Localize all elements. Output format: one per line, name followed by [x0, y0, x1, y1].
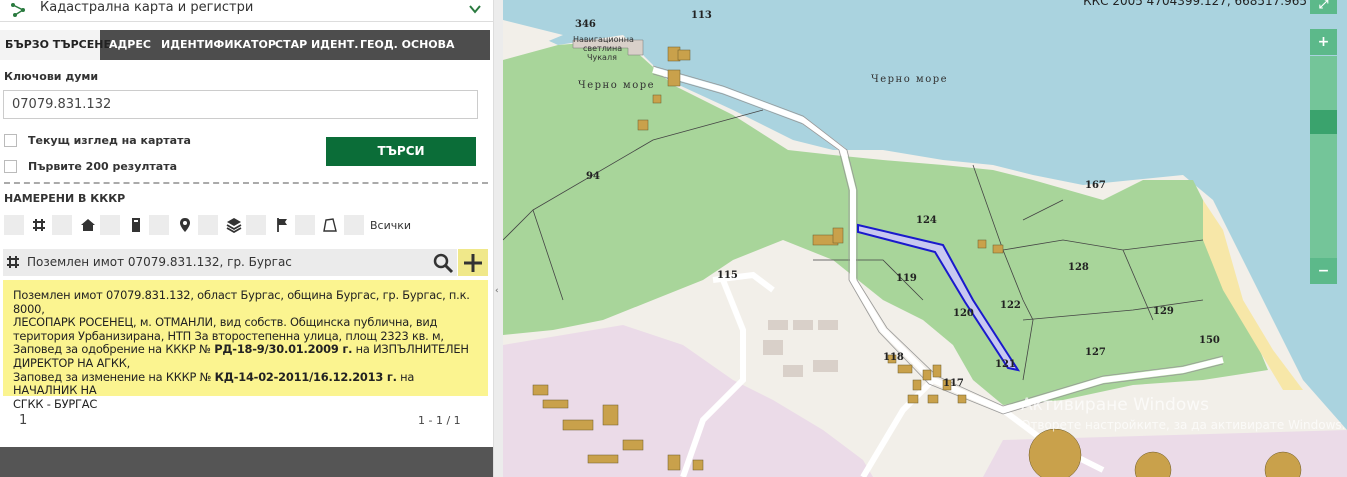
filter-box-2[interactable]	[52, 215, 72, 235]
filter-box-4[interactable]	[149, 215, 169, 235]
sea-label-2: Черно море	[578, 80, 655, 91]
parcel-label-346: 346	[575, 19, 596, 30]
search-button[interactable]: ТЪРСИ	[326, 137, 476, 166]
panel-collapse-handle[interactable]: ‹	[493, 0, 503, 477]
chevron-left-icon: ‹	[495, 286, 499, 296]
add-result-button[interactable]	[458, 249, 488, 276]
layers-icon[interactable]	[226, 217, 242, 233]
map-view[interactable]: Черно море Черно море Навигационна светл…	[503, 0, 1347, 477]
filter-box-7[interactable]	[295, 215, 315, 235]
detail-approval-2: ДИРЕКТОР НА АГКК,	[13, 355, 131, 370]
keywords-label: Ключови думи	[4, 70, 99, 83]
coordinate-readout: ККС 2005 4704399.127, 668517.965	[1083, 0, 1307, 8]
layer-title: Кадастрална карта и регистри	[40, 0, 254, 15]
lighthouse-label-3: Чукаля	[587, 53, 617, 62]
detail-approval: Заповед за одобрение на КККР № РД-18-9/3…	[13, 342, 469, 357]
windows-watermark-subtitle: Отворете настройките, за да активирате W…	[1021, 418, 1346, 432]
grid-icon[interactable]	[31, 217, 47, 233]
parcel-label-129: 129	[1153, 306, 1174, 317]
building-icon[interactable]	[128, 217, 144, 233]
app-window: Кадастрална карта и регистри БЪРЗО ТЪРСЕ…	[0, 0, 1347, 477]
parcel-label-128: 128	[1068, 262, 1089, 273]
filter-box-6[interactable]	[246, 215, 266, 235]
tab-old-identifier[interactable]: СТАР ИДЕНТ.	[270, 30, 363, 60]
tab-address[interactable]: АДРЕС	[104, 30, 156, 60]
result-summary-row[interactable]: Поземлен имот 07079.831.132, гр. Бургас	[3, 249, 429, 276]
network-icon	[11, 3, 25, 17]
detail-change: Заповед за изменение на КККР № КД-14-02-…	[13, 369, 415, 398]
pager-range: 1 - 1 / 1	[418, 414, 461, 427]
map-canvas: Черно море Черно море Навигационна светл…	[503, 10, 1347, 477]
parcel-label-119: 119	[896, 273, 917, 284]
locate-icon: ⤢	[1318, 0, 1329, 11]
filter-box-8[interactable]	[344, 215, 364, 235]
locate-button[interactable]: ⤢	[1310, 0, 1337, 14]
flag-icon[interactable]	[274, 217, 290, 233]
result-detail: Поземлен имот 07079.831.132, област Бург…	[3, 280, 488, 410]
lighthouse-label-2: светлина	[583, 44, 622, 53]
current-view-label: Текущ изглед на картата	[28, 134, 191, 147]
parcel-label-113: 113	[691, 10, 712, 21]
bottom-bar	[0, 447, 493, 477]
approval-number: РД-18-9/30.01.2009 г.	[214, 342, 353, 357]
detail-line-2: ЛЕСОПАРК РОСЕНЕЦ, м. ОТМАНЛИ, вид собств…	[13, 315, 438, 330]
zoom-slider-handle[interactable]	[1310, 110, 1337, 134]
polygon-icon[interactable]	[322, 217, 338, 233]
keywords-input[interactable]	[3, 90, 478, 119]
parcel-label-127: 127	[1085, 347, 1106, 358]
found-title: НАМЕРЕНИ В КККР	[4, 192, 126, 205]
change-number: КД-14-02-2011/16.12.2013 г.	[214, 369, 397, 384]
section-divider	[4, 182, 488, 184]
parcel-label-121: 121	[995, 359, 1016, 370]
parcel-label-94: 94	[586, 171, 600, 182]
plus-icon	[464, 254, 482, 272]
parcel-label-117: 117	[943, 378, 964, 389]
filter-all-label: Всички	[370, 219, 412, 232]
home-icon[interactable]	[80, 217, 96, 233]
location-pin-icon[interactable]	[177, 217, 193, 233]
search-tabs: БЪРЗО ТЪРСЕНЕ АДРЕС ИДЕНТИФИКАТОР СТАР И…	[0, 30, 490, 60]
tab-identifier[interactable]: ИДЕНТИФИКАТОР	[156, 30, 281, 60]
zoom-in-button[interactable]: +	[1310, 29, 1337, 55]
parcel-label-118: 118	[883, 352, 904, 363]
current-view-checkbox[interactable]	[4, 134, 17, 147]
lighthouse-label-1: Навигационна	[573, 35, 634, 44]
chevron-down-icon[interactable]	[468, 2, 482, 16]
filter-box-3[interactable]	[100, 215, 120, 235]
windows-watermark-title: Активиране Windows	[1021, 395, 1209, 415]
pager-current-page[interactable]: 1	[19, 413, 27, 428]
parcel-label-150: 150	[1199, 335, 1220, 346]
detail-change-2: СГКК - БУРГАС	[13, 396, 98, 411]
filter-all-box[interactable]	[4, 215, 24, 235]
tab-geodetic-base[interactable]: ГЕОД. ОСНОВА	[355, 30, 460, 60]
parcel-label-124: 124	[916, 215, 937, 226]
layer-selector[interactable]: Кадастрална карта и регистри	[0, 0, 493, 22]
search-panel: Кадастрална карта и регистри БЪРЗО ТЪРСЕ…	[0, 0, 493, 477]
zoom-slider[interactable]	[1310, 56, 1337, 258]
parcel-label-115: 115	[717, 270, 738, 281]
tab-quick-search[interactable]: БЪРЗО ТЪРСЕНЕ	[0, 30, 111, 60]
grid-icon	[7, 256, 19, 268]
first200-checkbox[interactable]	[4, 160, 17, 173]
detail-line-1: Поземлен имот 07079.831.132, област Бург…	[13, 288, 470, 316]
search-icon	[433, 253, 454, 274]
parcel-label-122: 122	[1000, 300, 1021, 311]
parcel-label-167: 167	[1085, 180, 1106, 191]
parcel-label-120: 120	[953, 308, 974, 319]
detail-line-3: територия Урбанизирана, НТП За второстеп…	[13, 328, 444, 343]
zoom-out-button[interactable]: −	[1310, 258, 1337, 284]
filter-box-5[interactable]	[198, 215, 218, 235]
result-summary-text: Поземлен имот 07079.831.132, гр. Бургас	[27, 255, 292, 269]
sea-label: Черно море	[871, 74, 948, 85]
first200-label: Първите 200 резултата	[28, 160, 178, 173]
zoom-to-result-button[interactable]	[429, 249, 457, 276]
